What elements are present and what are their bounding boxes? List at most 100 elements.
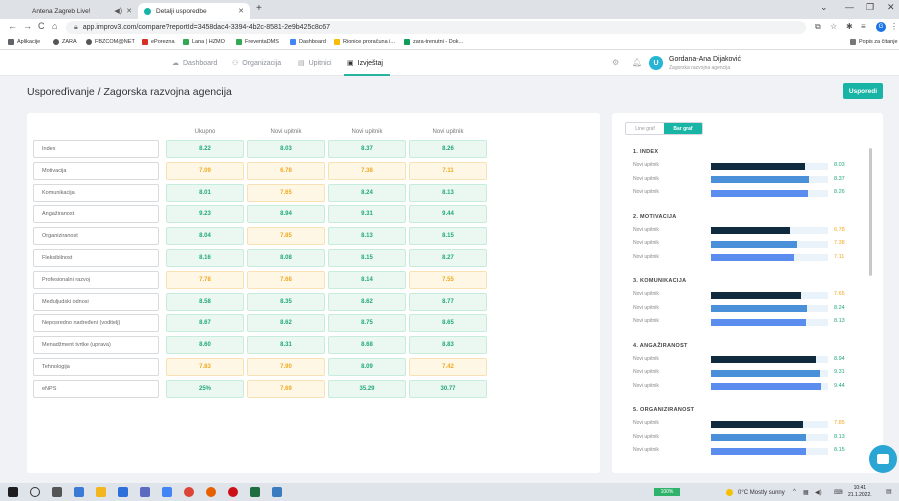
active-nav-indicator xyxy=(344,74,390,76)
reading-list-icon[interactable]: ≡ xyxy=(861,22,866,31)
bookmark-item[interactable]: FreventaDMS xyxy=(236,39,279,45)
table-cell: 8.15 xyxy=(409,227,487,246)
table-cell: 8.14 xyxy=(328,270,406,289)
compare-button[interactable]: Usporedi xyxy=(843,83,883,99)
bookmark-item[interactable]: ePorezna xyxy=(142,39,175,45)
close-icon[interactable]: ✕ xyxy=(126,7,132,15)
bar-fill xyxy=(711,240,798,248)
bar-value: 8.24 xyxy=(834,304,845,311)
lock-icon: 🔒︎ xyxy=(74,23,78,31)
user-avatar[interactable]: U xyxy=(649,56,663,70)
chevron-up-icon[interactable]: ^ xyxy=(793,489,796,495)
nav-upitnici[interactable]: ▤ Upitnici xyxy=(298,59,332,68)
bookmark-item[interactable]: Rionice proračuna i... xyxy=(334,39,395,45)
task-view-icon[interactable] xyxy=(52,487,62,497)
table-row-label: Index xyxy=(33,140,159,158)
bar-label: Novi upitnik xyxy=(633,304,659,311)
bookmark-item[interactable]: zara-trenutni - Dok... xyxy=(404,39,463,45)
bar-graph-tab[interactable]: Bar graf xyxy=(664,123,702,134)
app-icon[interactable] xyxy=(74,487,84,497)
search-icon[interactable] xyxy=(30,487,40,497)
profile-avatar[interactable]: G xyxy=(876,22,886,32)
folder-icon[interactable] xyxy=(96,487,106,497)
browser-tab-title: Detalji usporedbe xyxy=(156,7,207,15)
bar-value: 8.94 xyxy=(834,355,845,362)
nav-organizacija[interactable]: ⚇ Organizacija xyxy=(232,59,281,68)
extensions-icon[interactable]: ✱ xyxy=(846,22,853,31)
app-icon[interactable] xyxy=(162,487,172,497)
table-cell: 8.16 xyxy=(166,249,244,267)
reload-icon[interactable]: C xyxy=(38,21,45,31)
bar-value: 7.85 xyxy=(834,420,845,426)
bar-fill xyxy=(711,176,809,184)
language-icon[interactable]: ⌨ xyxy=(834,489,843,496)
bar-track xyxy=(711,447,828,455)
nav-dashboard[interactable]: ☁ Dashboard xyxy=(172,59,217,68)
tab-search-icon[interactable]: ⌄ xyxy=(820,2,828,13)
chat-button[interactable] xyxy=(869,445,897,473)
notification-bell-icon[interactable]: 🔔︎ xyxy=(632,58,642,67)
speaker-icon[interactable]: ◀) xyxy=(114,7,122,15)
bar-fill xyxy=(711,291,801,299)
table-cell: 8.31 xyxy=(247,336,325,355)
table-row-label: Organiziranost xyxy=(33,227,159,246)
back-icon[interactable]: ← xyxy=(8,21,17,31)
app-icon[interactable] xyxy=(272,487,282,497)
settings-icon[interactable]: ⚙ xyxy=(612,58,619,67)
bookmark-item[interactable]: Aplikacije xyxy=(8,39,40,45)
bar-value: 7.38 xyxy=(834,240,845,247)
excel-icon[interactable] xyxy=(250,487,260,497)
volume-icon[interactable]: ◀) xyxy=(815,489,822,496)
table-cell: 8.60 xyxy=(166,336,244,355)
chrome-icon[interactable] xyxy=(184,487,194,497)
notifications-icon[interactable]: ▤ xyxy=(886,488,892,495)
browser-tabstrip: Antena Zagreb Live! ◀) ✕ Detalji uspored… xyxy=(0,0,899,19)
star-icon[interactable]: ☆ xyxy=(830,22,837,31)
table-row-label: Međuljudski odnosi xyxy=(33,292,159,311)
bar-label: Novi upitnik xyxy=(633,420,659,426)
new-tab-icon[interactable]: + xyxy=(256,3,262,14)
firefox-icon[interactable] xyxy=(206,487,216,497)
bookmark-item[interactable]: ZARA xyxy=(53,39,77,45)
minimize-icon[interactable]: — xyxy=(845,2,854,12)
weather-widget[interactable]: 0°C Mostly sunny xyxy=(726,489,785,496)
bar-track xyxy=(711,189,828,197)
table-row-label: Tehnologija xyxy=(33,358,159,376)
bar-label: Novi upitnik xyxy=(633,433,659,440)
browser-tab-active[interactable]: Detalji usporedbe ✕ xyxy=(138,3,250,19)
window-close-icon[interactable]: ✕ xyxy=(887,2,895,13)
bookmark-item[interactable]: FBZCOM@NET xyxy=(86,39,135,45)
url-input[interactable]: 🔒︎ app.improv3.com/compare?reportId=3458… xyxy=(66,21,806,34)
forward-icon[interactable]: → xyxy=(23,21,32,31)
bar-fill xyxy=(711,369,820,377)
line-graph-tab[interactable]: Line graf xyxy=(626,123,664,134)
url-text: app.improv3.com/compare?reportId=3458dac… xyxy=(82,24,331,31)
opera-icon[interactable] xyxy=(228,487,238,497)
bar-value: 8.26 xyxy=(834,189,845,196)
bookmark-item[interactable]: Dashboard xyxy=(290,39,326,45)
share-icon[interactable]: ⧉ xyxy=(815,22,821,32)
bar-track xyxy=(711,420,828,428)
scrollbar[interactable] xyxy=(869,148,872,276)
table-row-label: Neposredno nadređeni (voditelj) xyxy=(33,314,159,333)
home-icon[interactable]: ⌂ xyxy=(52,21,57,31)
start-icon[interactable] xyxy=(8,487,18,497)
reading-list[interactable]: Popis za čitanje xyxy=(850,39,898,45)
apps-icon xyxy=(8,39,14,45)
maximize-icon[interactable]: ❐ xyxy=(866,2,874,13)
bar-fill xyxy=(711,189,808,197)
bar-track xyxy=(711,305,828,313)
document-icon: ▤ xyxy=(298,60,305,67)
nav-izvjestaj[interactable]: ▣ Izvještaj xyxy=(347,59,383,68)
bar-track xyxy=(711,254,828,262)
network-icon[interactable]: ▦ xyxy=(803,489,809,496)
bar-value: 8.15 xyxy=(834,447,845,454)
bar-track xyxy=(711,369,828,377)
bar-fill xyxy=(711,162,805,170)
close-icon[interactable]: ✕ xyxy=(238,7,244,15)
bookmark-item[interactable]: Lana | HZMO xyxy=(183,39,225,45)
app-icon[interactable] xyxy=(118,487,128,497)
app-icon[interactable] xyxy=(140,487,150,497)
browser-tab[interactable]: Antena Zagreb Live! ◀) ✕ xyxy=(26,3,138,19)
menu-icon[interactable]: ⋮ xyxy=(890,22,898,31)
